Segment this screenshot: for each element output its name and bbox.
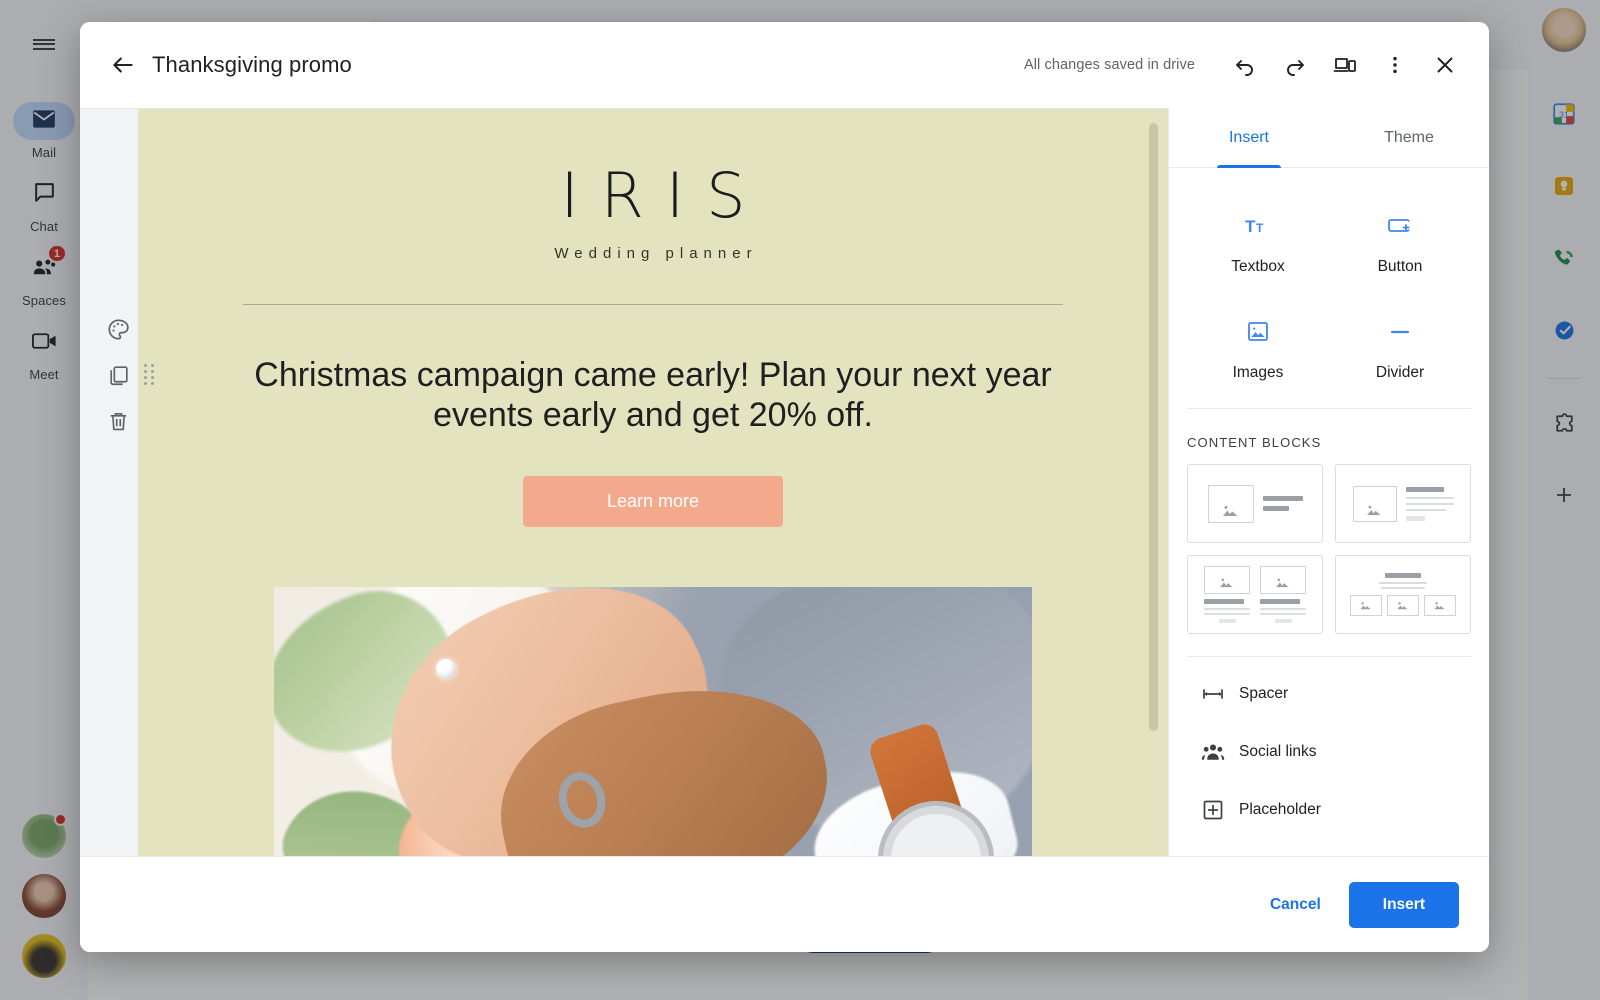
save-status-text: All changes saved in drive [1023, 57, 1195, 73]
email-cta-wrapper: Learn more [138, 475, 1168, 527]
email-hero-image[interactable] [274, 586, 1032, 856]
list-item-label: Social links [1239, 743, 1317, 760]
panel-tabs: Insert Theme [1169, 108, 1489, 168]
list-item-label: Spacer [1239, 685, 1289, 702]
insert-tool-label: Images [1232, 364, 1284, 381]
insert-button[interactable]: Insert [1348, 881, 1459, 928]
svg-text:T: T [1256, 221, 1264, 235]
panel-divider [1187, 408, 1471, 409]
brand-divider [243, 304, 1063, 305]
social-links-people-icon [1187, 743, 1239, 761]
brand-name: IRIS [560, 159, 768, 232]
email-headline[interactable]: Christmas campaign came early! Plan your… [138, 355, 1168, 436]
redo-icon[interactable] [1273, 43, 1317, 87]
drag-handle-icon[interactable] [144, 364, 158, 385]
spacer-icon [1187, 686, 1239, 702]
email-template-editor-dialog: Thanksgiving promo All changes saved in … [80, 22, 1489, 952]
email-canvas: IRIS Wedding planner Christmas campaign … [80, 108, 1168, 856]
content-block-heading-three-images[interactable] [1335, 555, 1471, 634]
panel-content: T T Textbox Button Images Divider CONTEN… [1169, 168, 1489, 856]
list-item-social-links[interactable]: Social links [1187, 723, 1471, 781]
trash-icon[interactable] [103, 406, 133, 436]
canvas-scrollbar[interactable] [1149, 123, 1158, 731]
placeholder-plus-icon [1187, 799, 1239, 821]
editor-footer: Cancel Insert [80, 856, 1489, 952]
textbox-icon: T T [1243, 206, 1273, 246]
divider-icon [1386, 312, 1414, 352]
content-blocks-grid [1187, 464, 1471, 634]
insert-panel: Insert Theme T T Textbox Button Images D… [1168, 108, 1489, 856]
content-block-image-left-short-text[interactable] [1187, 464, 1323, 543]
cancel-button[interactable]: Cancel [1252, 884, 1339, 926]
tab-theme[interactable]: Theme [1329, 108, 1489, 167]
page-title: Thanksgiving promo [152, 52, 352, 77]
more-vertical-icon[interactable] [1373, 43, 1417, 87]
tab-insert[interactable]: Insert [1169, 108, 1329, 167]
insert-divider-button[interactable]: Divider [1329, 312, 1471, 382]
insert-images-button[interactable]: Images [1187, 312, 1329, 382]
content-block-two-column[interactable] [1187, 555, 1323, 634]
svg-text:T: T [1245, 217, 1256, 236]
header-actions: All changes saved in drive [1024, 43, 1467, 87]
palette-icon[interactable] [103, 314, 133, 344]
list-item-placeholder[interactable]: Placeholder [1187, 781, 1471, 839]
button-add-icon [1385, 206, 1415, 246]
editor-header: Thanksgiving promo All changes saved in … [80, 22, 1489, 108]
insert-textbox-button[interactable]: T T Textbox [1187, 206, 1329, 276]
insert-tool-label: Textbox [1231, 258, 1285, 275]
panel-divider-2 [1187, 656, 1471, 657]
insert-button-button[interactable]: Button [1329, 206, 1471, 276]
content-blocks-title: CONTENT BLOCKS [1187, 435, 1322, 450]
image-icon [1244, 312, 1272, 352]
insert-tool-label: Divider [1375, 364, 1425, 381]
duplicate-icon[interactable] [103, 360, 133, 390]
insert-tools-grid: T T Textbox Button Images Divider [1187, 168, 1471, 392]
undo-icon[interactable] [1223, 43, 1267, 87]
list-item-label: Placeholder [1239, 801, 1321, 818]
list-item-spacer[interactable]: Spacer [1187, 665, 1471, 723]
editor-body: IRIS Wedding planner Christmas campaign … [80, 108, 1489, 856]
arrow-back-icon[interactable] [102, 44, 144, 86]
email-preview-body[interactable]: IRIS Wedding planner Christmas campaign … [138, 109, 1168, 856]
close-icon[interactable] [1423, 43, 1467, 87]
block-edit-toolbar [96, 314, 140, 436]
email-brand-header: IRIS Wedding planner [138, 165, 1168, 305]
content-block-image-left-paragraph[interactable] [1335, 464, 1471, 543]
insert-tool-label: Button [1377, 258, 1423, 275]
brand-subtitle: Wedding planner [554, 245, 758, 262]
learn-more-button[interactable]: Learn more [523, 475, 783, 527]
device-preview-icon[interactable] [1323, 43, 1367, 87]
